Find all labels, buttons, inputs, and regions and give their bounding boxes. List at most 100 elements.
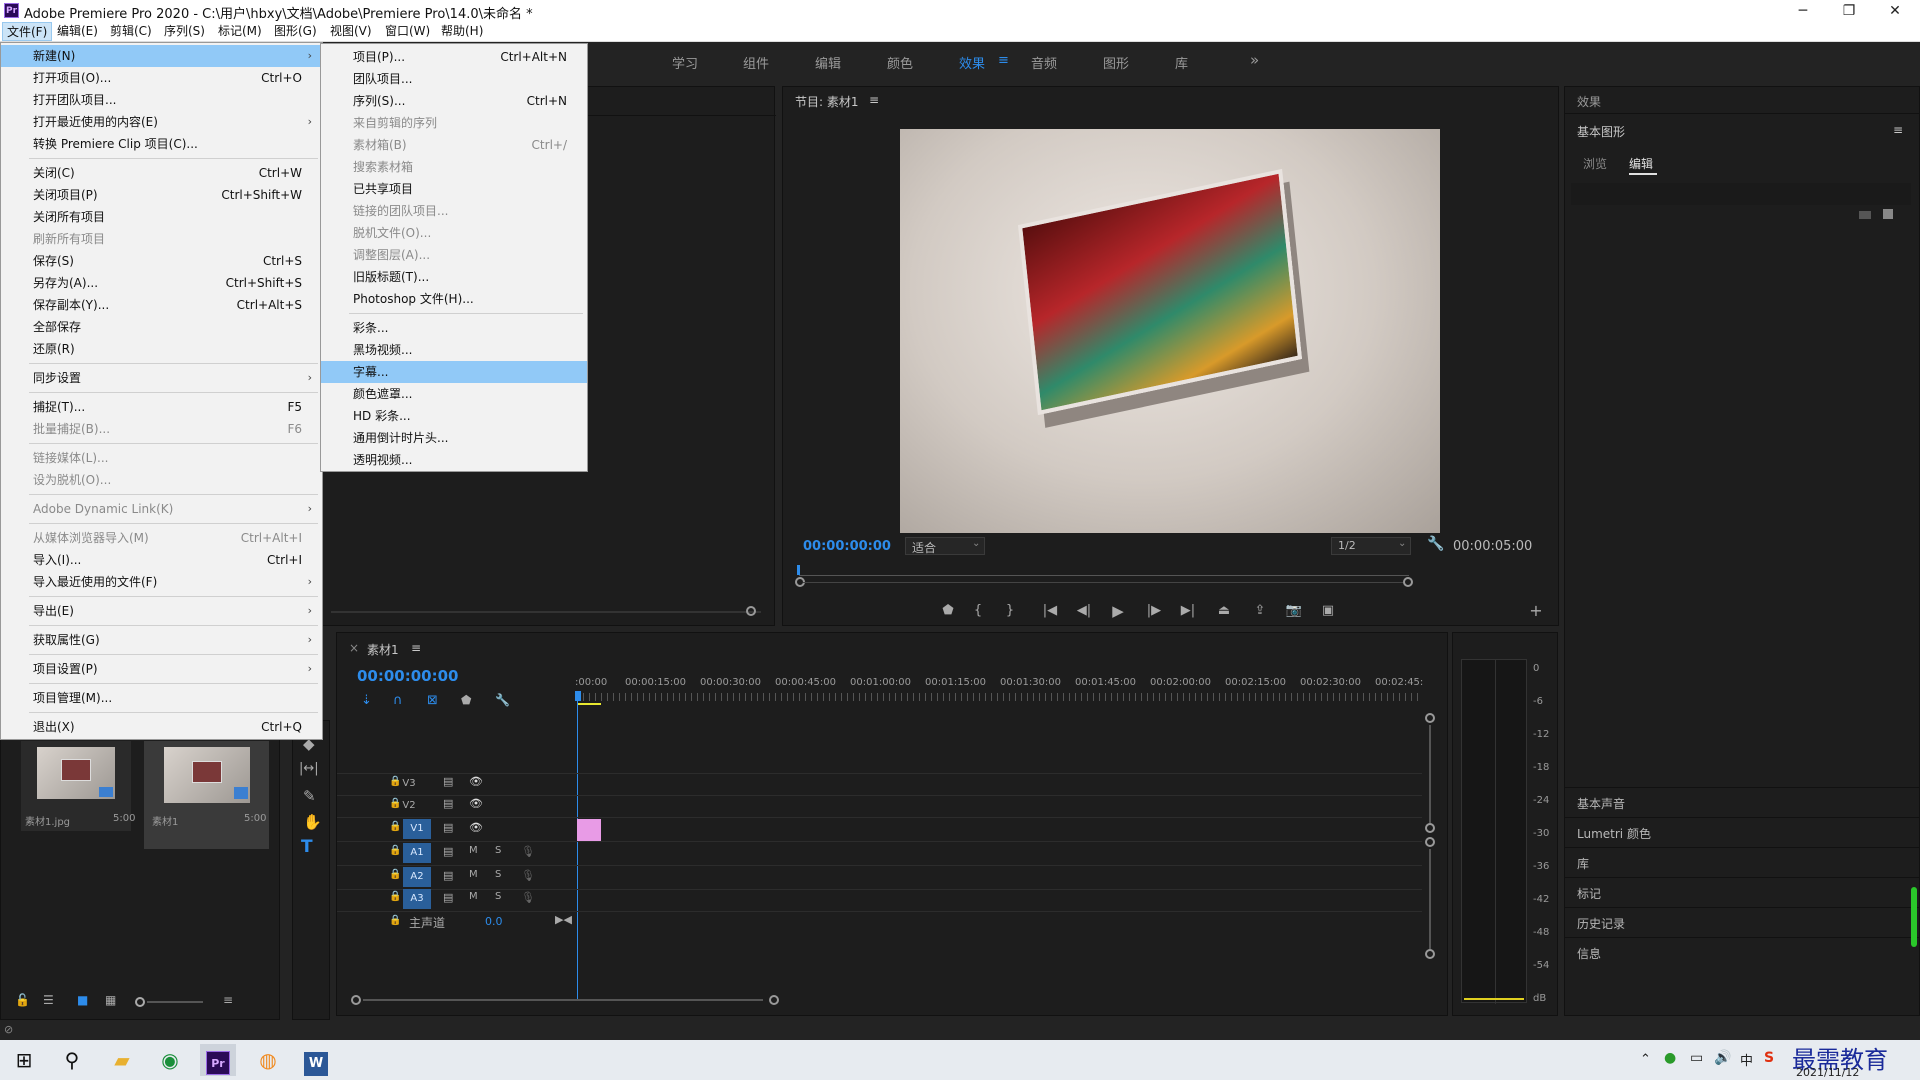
track-output-icon[interactable]: ▤ xyxy=(443,845,453,858)
timeline-zoom-bar[interactable] xyxy=(363,999,763,1001)
essential-graphics-title[interactable]: 基本图形 xyxy=(1577,123,1625,140)
freeform-view-icon[interactable]: ▦ xyxy=(105,993,116,1007)
scroll-handle[interactable] xyxy=(1425,837,1435,847)
video-scrollbar[interactable] xyxy=(1429,725,1431,823)
lock-icon[interactable]: 🔓 xyxy=(15,993,30,1007)
track-output-icon[interactable]: ▤ xyxy=(443,797,453,810)
microphone-icon[interactable]: 🎙 xyxy=(521,891,535,904)
essential-sound-panel[interactable]: 基本声音 xyxy=(1577,795,1625,812)
menu-item[interactable]: 关闭(C) Ctrl+W xyxy=(1,162,322,184)
app-icon[interactable]: ◍ xyxy=(250,1044,286,1076)
add-marker-icon[interactable]: ⬟ xyxy=(461,693,471,707)
premiere-taskbar-icon[interactable]: Pr xyxy=(200,1044,236,1076)
workspace-menu-icon[interactable]: ≡ xyxy=(998,53,1009,68)
track-lock-icon[interactable]: 🔒 xyxy=(389,869,401,880)
play-icon[interactable]: ▶ xyxy=(1107,602,1129,620)
search-icon[interactable]: ⚲ xyxy=(54,1044,90,1076)
menu-item[interactable]: 项目设置(P) › xyxy=(1,658,322,680)
timeline-timecode[interactable]: 00:00:00:00 xyxy=(357,667,459,685)
fit-dropdown[interactable]: 适合 ⌄ xyxy=(905,537,985,555)
menu-view[interactable]: 视图(V) xyxy=(326,22,376,41)
workspace-graphics[interactable]: 图形 xyxy=(1103,53,1129,72)
workspace-editing[interactable]: 编辑 xyxy=(815,53,841,72)
add-marker-icon[interactable]: ⬟ xyxy=(937,603,959,618)
menu-item[interactable]: 字幕... xyxy=(321,361,587,383)
tray-up-icon[interactable]: ⌃ xyxy=(1640,1052,1651,1067)
track-a1-label[interactable]: A1 xyxy=(403,843,431,863)
track-v3-label[interactable]: V3 xyxy=(395,774,423,794)
menu-item[interactable]: 还原(R) xyxy=(1,338,322,360)
workspace-audio[interactable]: 音频 xyxy=(1031,53,1057,72)
export-frame-camera-icon[interactable]: 📷 xyxy=(1283,603,1305,618)
solo-button[interactable]: S xyxy=(495,845,501,856)
clip-segment[interactable] xyxy=(577,819,601,841)
sort-icon[interactable]: ≡ xyxy=(223,993,233,1007)
list-view-icon[interactable]: ☰ xyxy=(43,993,54,1007)
go-to-end-icon[interactable]: ▶◀ xyxy=(555,913,572,926)
track-output-icon[interactable]: ▤ xyxy=(443,891,453,904)
microphone-icon[interactable]: 🎙 xyxy=(521,869,535,882)
history-panel[interactable]: 历史记录 xyxy=(1577,915,1625,932)
menu-item[interactable]: 黑场视频... xyxy=(321,339,587,361)
info-panel[interactable]: 信息 xyxy=(1577,945,1601,962)
button-editor-plus-icon[interactable]: + xyxy=(1525,601,1547,620)
track-lock-icon[interactable]: 🔒 xyxy=(389,821,401,832)
menu-item[interactable]: 导入(I)... Ctrl+I xyxy=(1,549,322,571)
menu-item[interactable]: 获取属性(G) › xyxy=(1,629,322,651)
go-to-out-icon[interactable]: ▶| xyxy=(1177,603,1199,618)
track-lock-icon[interactable]: 🔒 xyxy=(389,845,401,856)
panel-menu-icon[interactable]: ≡ xyxy=(869,93,879,107)
menu-edit[interactable]: 编辑(E) xyxy=(53,22,102,41)
nest-icon[interactable]: ⇣ xyxy=(361,693,372,708)
track-lock-icon[interactable]: 🔒 xyxy=(389,915,401,926)
workspace-assembly[interactable]: 组件 xyxy=(743,53,769,72)
word-icon[interactable]: W xyxy=(298,1044,334,1076)
menu-item[interactable]: 保存副本(Y)... Ctrl+Alt+S xyxy=(1,294,322,316)
windows-start-icon[interactable]: ⊞ xyxy=(6,1044,42,1076)
scroll-handle[interactable] xyxy=(1425,823,1435,833)
mark-out-icon[interactable]: } xyxy=(999,603,1021,618)
track-output-icon[interactable]: ▤ xyxy=(443,775,453,788)
file-explorer-icon[interactable]: ▰ xyxy=(104,1044,140,1076)
eye-icon[interactable]: 👁 xyxy=(469,821,483,834)
work-area-bar[interactable] xyxy=(577,703,601,705)
settings-wrench-icon[interactable]: 🔧 xyxy=(1427,536,1444,552)
zoom-end-handle[interactable] xyxy=(1403,577,1413,587)
menu-file[interactable]: 文件(F) xyxy=(2,22,53,41)
menu-item[interactable]: 打开最近使用的内容(E) › xyxy=(1,111,322,133)
track-lock-icon[interactable]: 🔒 xyxy=(389,891,401,902)
close-tab-icon[interactable]: × xyxy=(349,641,359,655)
menu-item[interactable]: 捕捉(T)... F5 xyxy=(1,396,322,418)
time-ruler[interactable] xyxy=(799,575,1409,576)
mark-in-icon[interactable]: { xyxy=(967,603,989,618)
zoom-slider[interactable] xyxy=(147,1001,203,1003)
track-output-icon[interactable]: ▤ xyxy=(443,869,453,882)
zoom-slider-handle[interactable] xyxy=(135,997,145,1007)
menu-item[interactable]: 导入最近使用的文件(F) › xyxy=(1,571,322,593)
menu-item[interactable]: 关闭所有项目 xyxy=(1,206,322,228)
timeline-tab[interactable]: 素材1 xyxy=(367,641,399,658)
tab-edit[interactable]: 编辑 xyxy=(1629,155,1653,172)
linked-selection-icon[interactable]: ⊠ xyxy=(427,693,438,708)
menu-item[interactable]: 项目(P)... Ctrl+Alt+N xyxy=(321,46,587,68)
workspace-color[interactable]: 颜色 xyxy=(887,53,913,72)
mute-button[interactable]: M xyxy=(469,869,478,880)
menu-item[interactable]: 转换 Premiere Clip 项目(C)... xyxy=(1,133,322,155)
workspace-libraries[interactable]: 库 xyxy=(1175,53,1188,72)
menu-item[interactable]: 退出(X) Ctrl+Q xyxy=(1,716,322,738)
menu-item[interactable]: 透明视频... xyxy=(321,449,587,471)
track-output-icon[interactable]: ▤ xyxy=(443,821,453,834)
workspace-learn[interactable]: 学习 xyxy=(672,53,698,72)
libraries-panel[interactable]: 库 xyxy=(1577,855,1589,872)
chrome-icon[interactable]: ◉ xyxy=(152,1044,188,1076)
project-item[interactable]: 素材1 5:00 xyxy=(144,741,269,849)
project-item[interactable]: 素材1.jpg 5:00 xyxy=(21,741,135,831)
scroll-handle[interactable] xyxy=(1425,949,1435,959)
step-forward-icon[interactable]: |▶ xyxy=(1143,603,1165,618)
playhead-handle[interactable] xyxy=(575,691,581,701)
workspace-effects[interactable]: 效果 xyxy=(959,53,985,72)
maximize-button[interactable]: ❐ xyxy=(1826,0,1872,22)
close-button[interactable]: ✕ xyxy=(1872,0,1918,22)
mute-button[interactable]: M xyxy=(469,845,478,856)
minimize-button[interactable]: ─ xyxy=(1780,0,1826,22)
